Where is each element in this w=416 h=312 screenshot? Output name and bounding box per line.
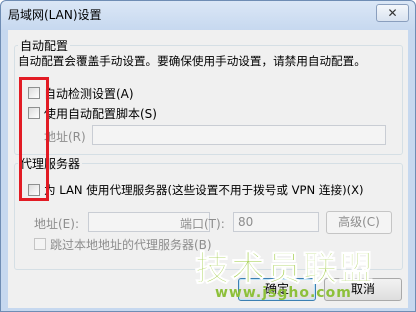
bypass-local-checkbox[interactable] (34, 238, 46, 250)
script-address-input[interactable] (92, 125, 386, 145)
ok-button[interactable]: 确定 (238, 278, 316, 301)
proxy-port-label: 端口(T): (180, 217, 225, 231)
cancel-button[interactable]: 取消 (324, 278, 402, 301)
bypass-local-label[interactable]: 跳过本地地址的代理服务器(B) (50, 236, 212, 253)
auto-config-description: 自动配置会覆盖手动设置。要确保使用手动设置，请禁用自动配置。 (18, 54, 366, 68)
auto-config-title: 自动配置 (18, 37, 71, 54)
script-address-label: 地址(R) (44, 130, 86, 144)
close-button[interactable]: ✕ (376, 4, 409, 22)
auto-config-script-checkbox[interactable] (28, 107, 40, 119)
proxy-title: 代理服务器 (18, 155, 83, 172)
auto-detect-label[interactable]: 自动检测设置(A) (44, 85, 134, 102)
proxy-port-input[interactable]: 80 (233, 212, 319, 232)
auto-detect-checkbox[interactable] (28, 87, 40, 99)
lan-settings-dialog: 局域网(LAN)设置 ✕ 自动配置 自动配置会覆盖手动设置。要确保使用手动设置，… (0, 0, 416, 312)
window-title: 局域网(LAN)设置 (8, 8, 102, 22)
use-proxy-checkbox[interactable] (28, 184, 40, 196)
auto-config-script-label[interactable]: 使用自动配置脚本(S) (44, 105, 157, 122)
advanced-button[interactable]: 高级(C) (326, 211, 392, 234)
close-icon: ✕ (387, 6, 398, 20)
use-proxy-label[interactable]: 为 LAN 使用代理服务器(这些设置不用于拨号或 VPN 连接)(X) (44, 182, 364, 198)
dialog-body: 自动配置 自动配置会覆盖手动设置。要确保使用手动设置，请禁用自动配置。 自动检测… (8, 30, 408, 308)
proxy-address-label: 地址(E): (34, 217, 79, 231)
